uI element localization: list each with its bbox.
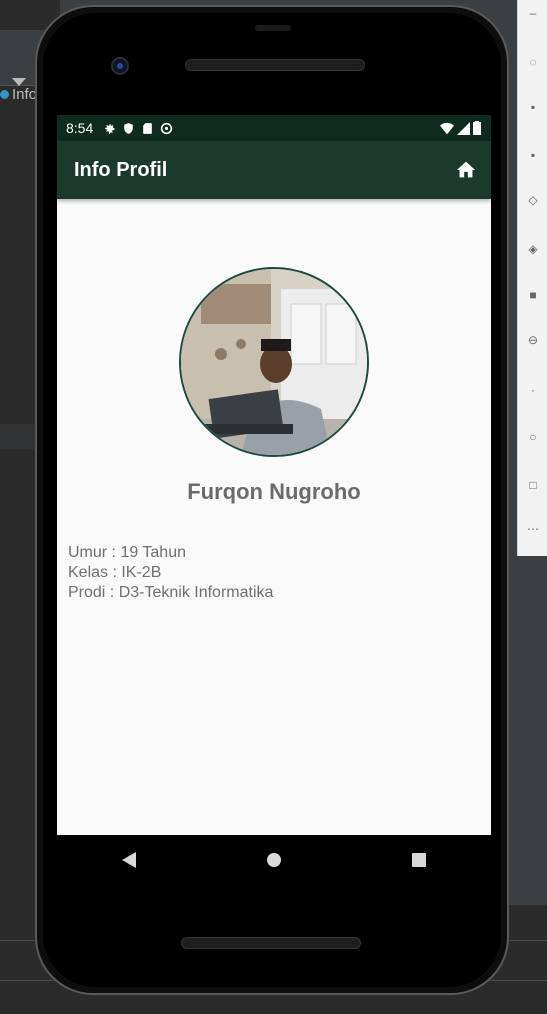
front-camera	[111, 57, 129, 75]
status-time: 8:54	[66, 120, 94, 136]
recents-icon[interactable]	[411, 853, 426, 867]
dropdown-arrow-icon[interactable]	[12, 78, 26, 86]
back-icon[interactable]	[122, 852, 137, 868]
battery-icon	[473, 121, 481, 135]
profile-photo-image	[181, 269, 367, 455]
phone-device: 8:54 Info Profil Furqon Nugroho Umur: 1…	[35, 5, 509, 995]
more-icon[interactable]: ⋯	[526, 522, 540, 536]
home-icon[interactable]	[455, 159, 477, 181]
signal-icon	[457, 121, 470, 135]
status-bar: 8:54	[57, 115, 491, 141]
ide-tab-label: Info	[12, 86, 38, 103]
page-title: Info Profil	[74, 159, 168, 181]
shield-icon	[124, 122, 134, 134]
status-right-icons	[440, 121, 481, 135]
power-icon[interactable]: ◌	[526, 55, 540, 69]
volume-down-icon[interactable]: ▪	[526, 148, 540, 162]
settings-gear-icon	[105, 123, 115, 134]
info-age: Umur : 19 Tahun	[68, 544, 186, 561]
earpiece-speaker	[185, 59, 365, 71]
navigation-bar	[57, 835, 491, 885]
sd-card-icon	[143, 122, 153, 134]
back-tool-icon[interactable]: ·	[526, 383, 540, 397]
app-bar: Info Profil	[57, 141, 491, 199]
info-program: Prodi : D3-Teknik Informatika	[68, 584, 274, 601]
wifi-icon	[440, 122, 454, 134]
profile-name: Furqon Nugroho	[187, 479, 361, 504]
emulator-toolbar: – ◌ ▪ ▪ ◇ ◈ ■ ⊖ · ○ □ ⋯	[517, 0, 547, 556]
phone-screen: 8:54 Info Profil Furqon Nugroho Umur: 1…	[57, 115, 491, 835]
volume-up-icon[interactable]: ▪	[526, 100, 540, 114]
bottom-speaker	[181, 937, 361, 949]
home-tool-icon[interactable]: ○	[526, 430, 540, 444]
home-circle-icon[interactable]	[266, 853, 281, 867]
overview-tool-icon[interactable]: □	[526, 478, 540, 492]
phone-sensor	[255, 25, 291, 31]
rotate-left-icon[interactable]: ◇	[526, 193, 540, 207]
zoom-icon[interactable]: ⊖	[526, 333, 540, 347]
rotate-right-icon[interactable]: ◈	[526, 242, 540, 256]
profile-photo	[179, 267, 369, 457]
info-class: Kelas : IK-2B	[68, 564, 162, 581]
minimize-icon[interactable]: –	[526, 6, 540, 20]
profile-info: Umur : 19 Tahun Kelas : IK-2B Prodi : D3…	[68, 543, 273, 603]
tab-dot-icon	[0, 90, 9, 99]
status-icons	[103, 122, 173, 135]
screenshot-icon[interactable]: ■	[526, 288, 540, 302]
ide-tab[interactable]: Info	[0, 86, 37, 103]
sync-icon	[161, 122, 173, 134]
